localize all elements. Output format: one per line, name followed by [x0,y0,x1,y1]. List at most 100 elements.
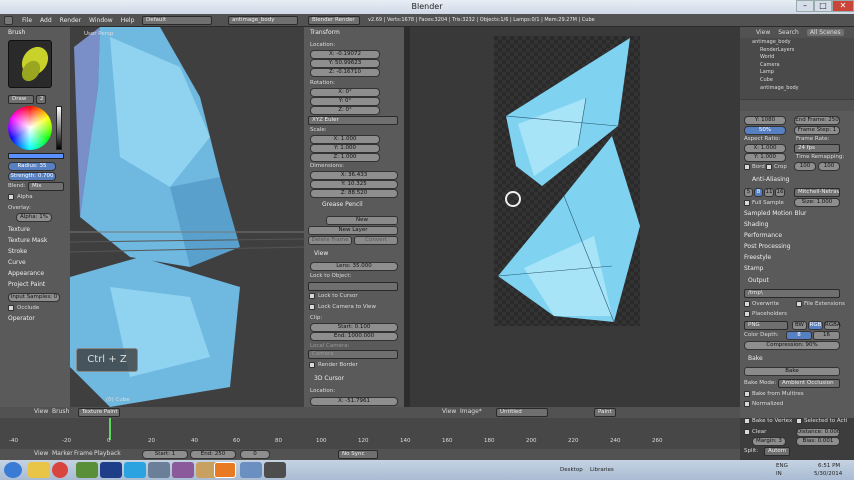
depth-16-button[interactable]: 16 [813,331,840,340]
properties-tabs[interactable] [740,100,854,111]
fps-selector[interactable]: 24 fps [794,144,840,153]
outliner-display-mode[interactable]: All Scenes [806,29,844,36]
image-mode-selector[interactable]: Paint [594,408,616,417]
time-remap-old[interactable]: 100 [794,162,816,171]
location-x[interactable]: X: -0.19072 [310,50,380,59]
bake-title[interactable]: Bake [748,355,763,362]
new-layer-button[interactable]: New Layer [308,226,398,235]
viewport-view-menu[interactable]: View [34,406,48,418]
resolution-y[interactable]: Y: 1080 [744,116,786,125]
blend-selector[interactable]: Mix [28,182,64,191]
anti-aliasing-title[interactable]: Anti-Aliasing [752,176,789,183]
file-format-selector[interactable]: PNG [744,321,788,330]
render-border-checkbox[interactable] [309,362,315,368]
location-z[interactable]: Z: -0.16710 [310,68,380,77]
timeline-marker-menu[interactable]: Marker [52,448,73,460]
border-checkbox[interactable] [744,164,750,170]
skype-icon[interactable] [124,462,146,478]
compression-field[interactable]: Compression: 90% [744,341,840,350]
file-ext-checkbox[interactable] [796,301,802,307]
delete-frame-button[interactable]: Delete Frame [308,236,352,245]
sync-selector[interactable]: No Sync [338,450,378,459]
clock-time[interactable]: 6:51 PM [818,463,840,469]
outliner-view-menu[interactable]: View [756,29,770,36]
3d-cursor-title[interactable]: 3D Cursor [314,375,344,382]
scale-x[interactable]: X: 1.000 [310,135,380,144]
outliner-item-renderlayers[interactable]: RenderLayers [744,47,824,55]
menu-add[interactable]: Add [40,15,52,26]
active-color-swatch[interactable] [8,153,64,159]
section-freestyle[interactable]: Freestyle [744,254,850,265]
image-view-menu[interactable]: View [442,406,456,418]
bake-button[interactable]: Bake [744,367,840,376]
grease-new-button[interactable]: New [326,216,398,225]
rgba-button[interactable]: RGBA [824,321,841,330]
clear-checkbox[interactable] [744,429,750,435]
app-icon-2[interactable] [148,462,170,478]
rotation-y[interactable]: Y: 0° [310,97,380,106]
frame-step-field[interactable]: Frame Step: 1 [794,126,840,135]
grease-pencil-title[interactable]: Grease Pencil [322,201,363,208]
layout-selector[interactable]: Default [142,16,212,25]
image-name-field[interactable]: Untitled [496,408,548,417]
timeline-view-menu[interactable]: View [34,448,48,460]
operator-panel[interactable]: Operator [8,315,35,322]
rotation-z[interactable]: Z: 0° [310,106,380,115]
menu-render[interactable]: Render [60,15,81,26]
clip-start-field[interactable]: Start: 0.100 [310,323,398,332]
local-camera-field[interactable]: Camera [308,350,398,359]
full-sample-checkbox[interactable] [744,200,750,206]
dimension-z[interactable]: Z: 88.520 [310,189,398,198]
section-stroke[interactable]: Stroke [8,248,68,259]
aa-sample-16[interactable]: 16 [775,188,785,197]
filter-selector[interactable]: Mitchell-Netravali [794,188,840,197]
clip-end-field[interactable]: End: 1000.000 [310,332,398,341]
bake-mode-selector[interactable]: Ambient Occlusion [778,379,840,388]
outliner-item-camera[interactable]: Camera [744,62,824,70]
explorer-icon[interactable] [28,462,50,478]
color-wheel[interactable] [8,106,52,150]
margin-field[interactable]: Margin: 3 [752,437,786,446]
from-multires-checkbox[interactable] [744,391,750,397]
transform-title[interactable]: Transform [310,29,340,36]
brush-name[interactable]: Draw [8,95,34,104]
section-performance[interactable]: Performance [744,232,850,243]
bw-button[interactable]: BW [792,321,807,330]
outliner-item-mesh[interactable]: antimage_body [744,85,824,93]
end-frame-field-timeline[interactable]: End: 250 [190,450,236,459]
split-selector[interactable]: Autom [764,447,790,456]
dimension-y[interactable]: Y: 10.325 [310,180,398,189]
aspect-x[interactable]: X: 1.000 [744,144,786,153]
aspect-y[interactable]: Y: 1.000 [744,153,786,162]
alpha-checkbox[interactable] [8,194,14,200]
menu-help[interactable]: Help [121,15,135,26]
crop-checkbox[interactable] [766,164,772,170]
section-appearance[interactable]: Appearance [8,270,68,281]
outliner-item-cube[interactable]: Cube [744,77,824,85]
section-post-processing[interactable]: Post Processing [744,243,850,254]
libraries-toolbar[interactable]: Libraries [590,467,614,473]
strength-field[interactable]: Strength: 0.700 [8,172,56,181]
scale-z[interactable]: Z: 1.000 [310,153,380,162]
language-indicator[interactable]: ENG [776,463,788,469]
output-path[interactable]: /tmp\ [744,289,840,298]
lens-field[interactable]: Lens: 35.000 [310,262,398,271]
distance-field[interactable]: Distance: 0.000 [796,428,840,437]
app-icon-3[interactable] [172,462,194,478]
viewport-brush-menu[interactable]: Brush [52,406,69,418]
image-canvas[interactable] [494,36,640,326]
start-button[interactable] [4,462,22,478]
blender-taskbar-icon[interactable] [214,462,236,478]
minimize-button[interactable]: – [796,0,814,12]
bias-field[interactable]: Bias: 0.001 [796,437,840,446]
view-panel-title[interactable]: View [314,250,328,257]
chrome-icon[interactable] [52,462,68,478]
menu-file[interactable]: File [22,15,32,26]
radius-field[interactable]: Radius: 35 [8,162,56,171]
current-frame-marker[interactable] [109,418,111,440]
timeline-playback-menu[interactable]: Playback [94,448,121,460]
lock-cursor-checkbox[interactable] [309,293,315,299]
dimension-x[interactable]: X: 36.433 [310,171,398,180]
timeline-frame-menu[interactable]: Frame [74,448,93,460]
lock-camera-checkbox[interactable] [309,304,315,310]
